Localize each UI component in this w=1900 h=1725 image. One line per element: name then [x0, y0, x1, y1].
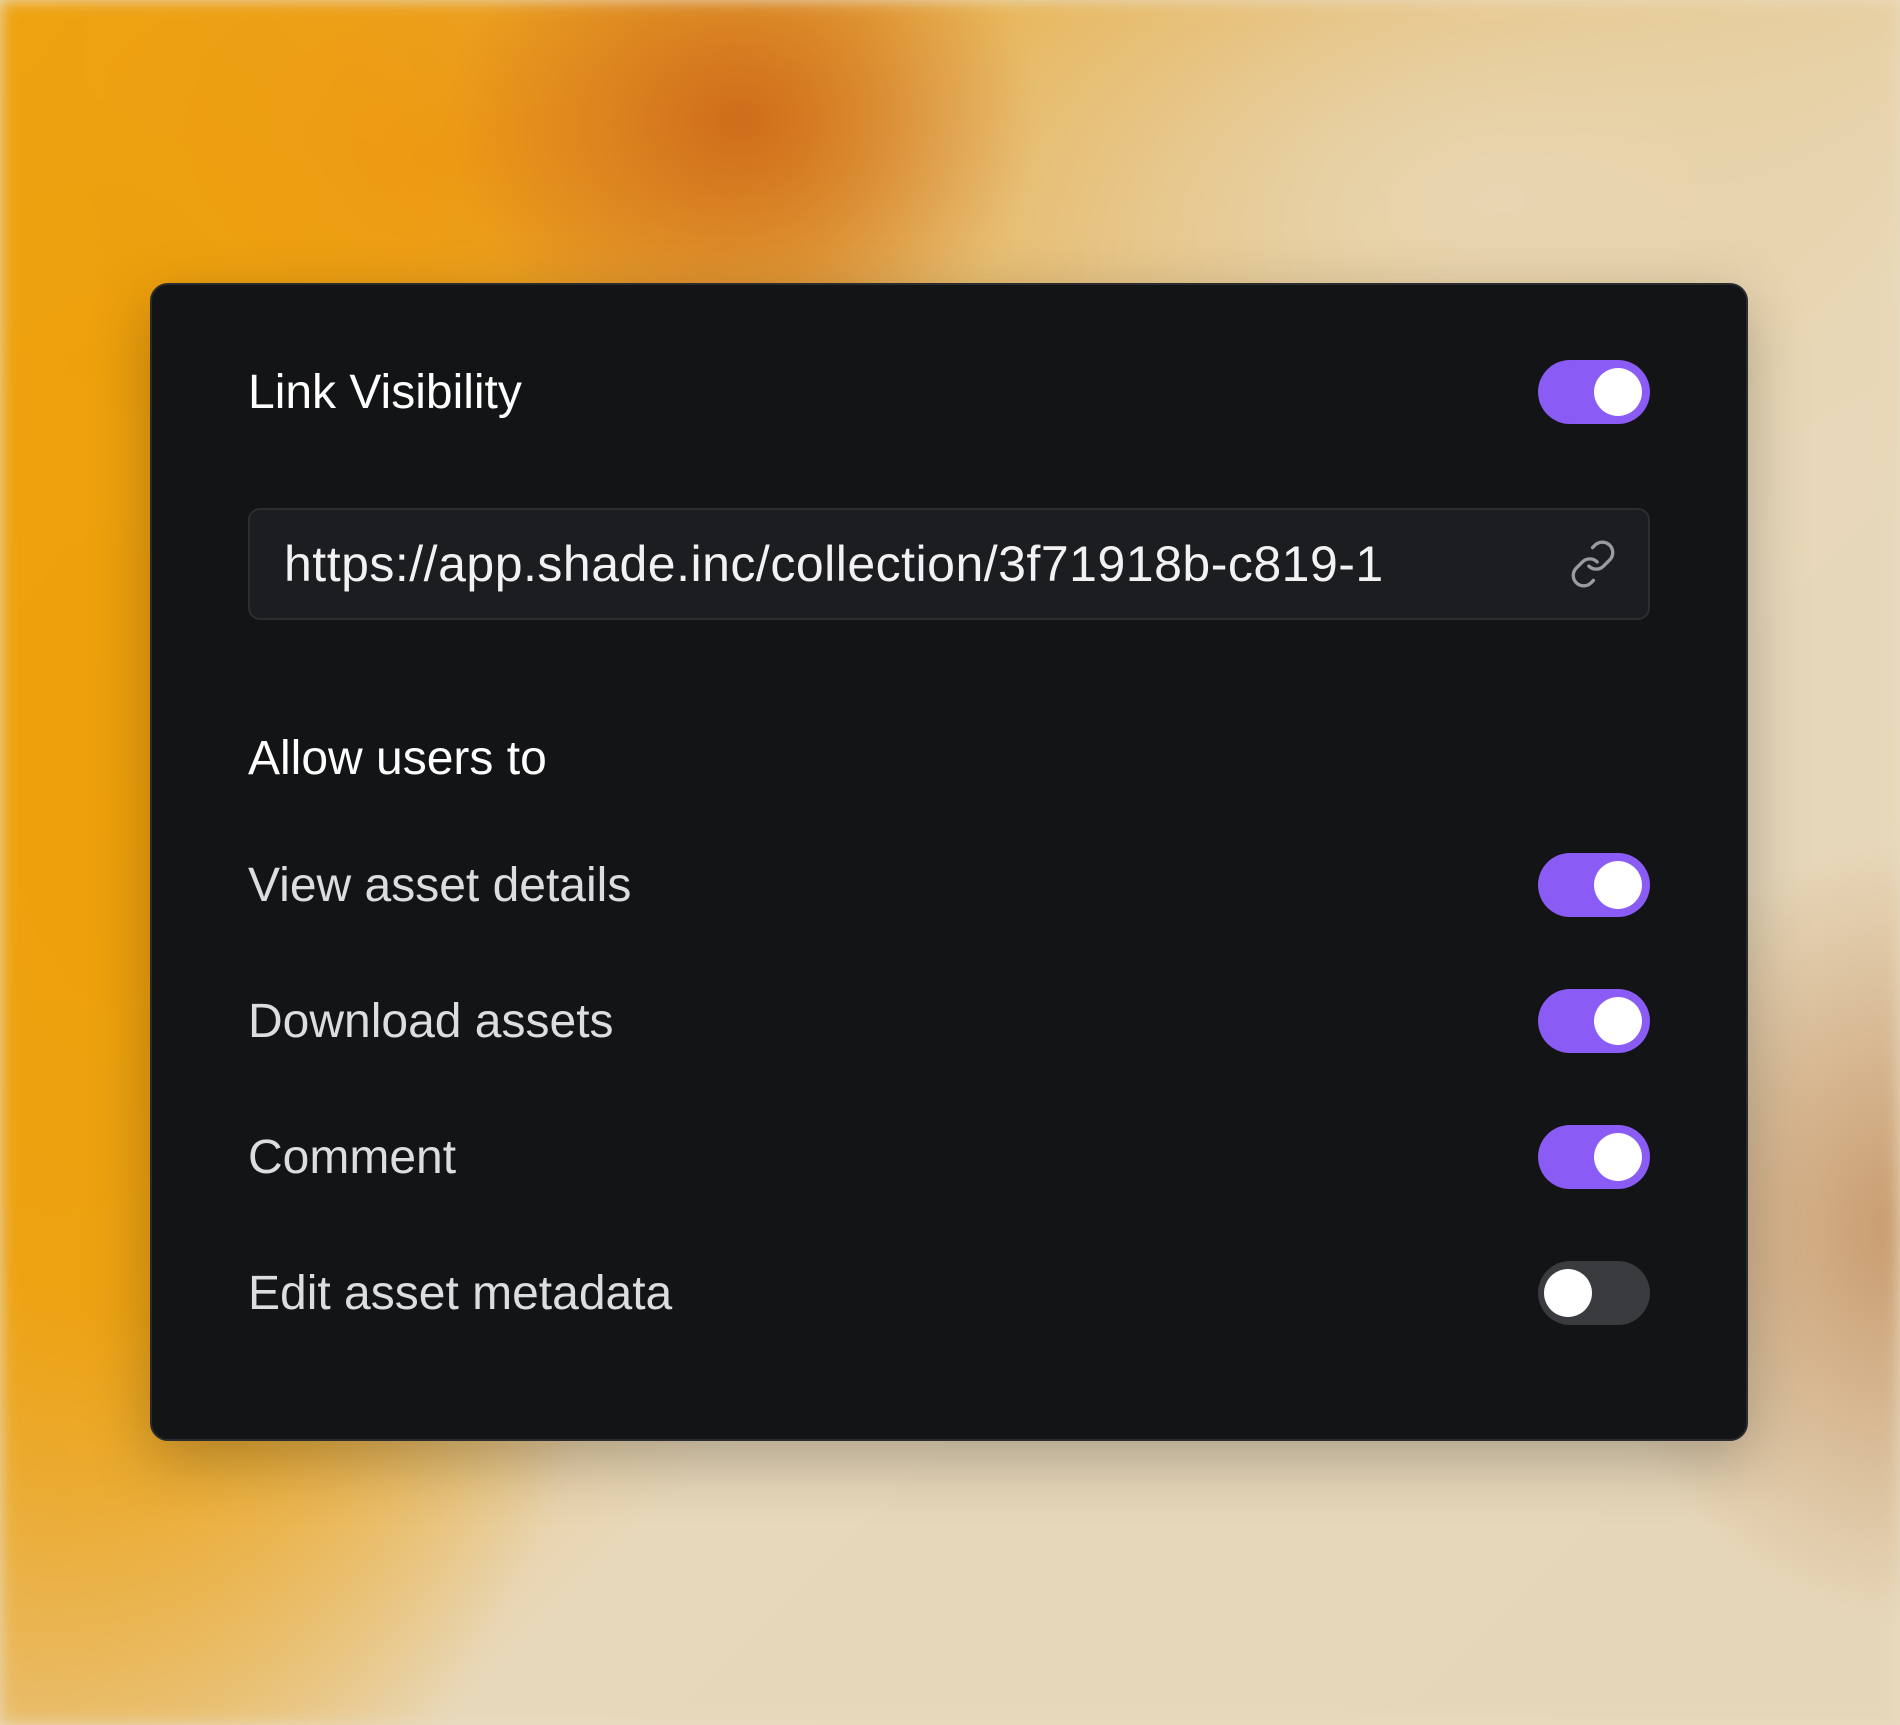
toggle-knob	[1594, 1133, 1642, 1181]
view-asset-details-toggle[interactable]	[1538, 853, 1650, 917]
share-url-text[interactable]: https://app.shade.inc/collection/3f71918…	[284, 535, 1548, 593]
edit-asset-metadata-toggle[interactable]	[1538, 1261, 1650, 1325]
link-visibility-row: Link Visibility	[248, 360, 1650, 424]
permission-row-comment: Comment	[248, 1125, 1650, 1189]
permission-label: Comment	[248, 1130, 457, 1184]
toggle-knob	[1594, 997, 1642, 1045]
share-url-field[interactable]: https://app.shade.inc/collection/3f71918…	[248, 508, 1650, 620]
permission-row-edit-metadata: Edit asset metadata	[248, 1261, 1650, 1325]
permission-label: Download assets	[248, 994, 614, 1048]
link-visibility-title: Link Visibility	[248, 365, 522, 419]
link-sharing-panel: Link Visibility https://app.shade.inc/co…	[150, 283, 1748, 1441]
toggle-knob	[1544, 1269, 1592, 1317]
permission-label: Edit asset metadata	[248, 1266, 673, 1320]
permissions-heading: Allow users to	[248, 731, 547, 785]
toggle-knob	[1594, 861, 1642, 909]
link-visibility-toggle[interactable]	[1538, 360, 1650, 424]
comment-toggle[interactable]	[1538, 1125, 1650, 1189]
link-icon[interactable]	[1568, 539, 1618, 589]
permission-label: View asset details	[248, 858, 632, 912]
permission-row-view-details: View asset details	[248, 853, 1650, 917]
permission-row-download: Download assets	[248, 989, 1650, 1053]
download-assets-toggle[interactable]	[1538, 989, 1650, 1053]
toggle-knob	[1594, 368, 1642, 416]
permissions-heading-row: Allow users to	[248, 730, 1650, 786]
